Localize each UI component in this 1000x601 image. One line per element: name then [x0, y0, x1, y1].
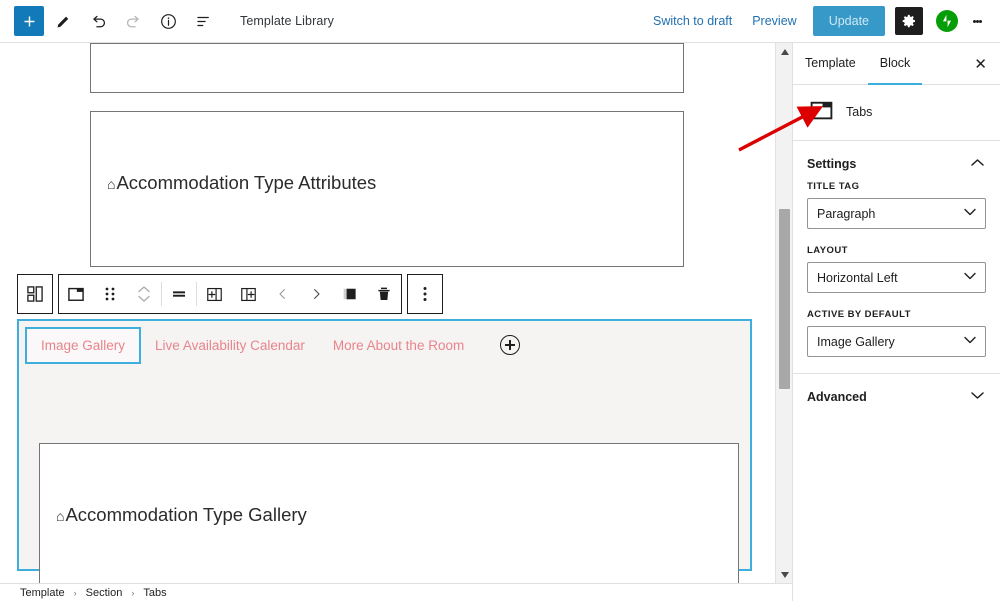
- sidebar-tab-bar: Template Block ✕: [793, 43, 1000, 85]
- content-block-partial[interactable]: [90, 43, 684, 93]
- tab-template[interactable]: Template: [793, 43, 868, 85]
- block-type-switcher-icon[interactable]: [18, 275, 52, 313]
- settings-sidebar: Template Block ✕ Tabs Settings Title Tag…: [792, 43, 1000, 601]
- block-toolbar: [17, 274, 443, 314]
- chevron-up-icon: [971, 158, 984, 170]
- tab-live-availability-calendar[interactable]: Live Availability Calendar: [141, 329, 319, 362]
- title-tag-value: Paragraph: [817, 206, 876, 221]
- more-options-icon[interactable]: [408, 275, 442, 313]
- title-tag-field: Title Tag Paragraph: [793, 181, 1000, 245]
- breadcrumb: Template › Section › Tabs: [0, 583, 792, 601]
- scroll-down-arrow[interactable]: [776, 566, 793, 583]
- add-tab-button[interactable]: [500, 335, 521, 355]
- layout-label: Layout: [807, 245, 848, 256]
- move-updown-icon[interactable]: [127, 275, 161, 313]
- chevron-down-icon: [964, 208, 976, 219]
- home-icon: ⌂: [107, 176, 116, 192]
- settings-panel-title: Settings: [807, 157, 857, 171]
- editor-top-bar: Template Library Switch to draft Preview…: [0, 0, 1000, 43]
- accommodation-type-attributes-label: ⌂ Accommodation Type Attributes: [107, 172, 377, 193]
- delete-icon[interactable]: [367, 275, 401, 313]
- breadcrumb-item-tabs[interactable]: Tabs: [143, 587, 166, 599]
- tab-more-about-the-room[interactable]: More About the Room: [319, 329, 478, 362]
- switch-to-draft-button[interactable]: Switch to draft: [645, 9, 740, 33]
- breadcrumb-item-section[interactable]: Section: [86, 587, 123, 599]
- selected-block-name: Tabs: [846, 104, 873, 119]
- list-view-button[interactable]: [187, 5, 219, 37]
- details-info-button[interactable]: [152, 5, 184, 37]
- drag-handle-icon[interactable]: [93, 275, 127, 313]
- tab-image-gallery[interactable]: Image Gallery: [25, 326, 142, 364]
- title-tag-select[interactable]: Paragraph: [807, 198, 986, 229]
- breadcrumb-separator: ›: [73, 587, 77, 598]
- selected-block-identity: Tabs: [793, 85, 1000, 141]
- jetpack-button[interactable]: [936, 10, 958, 32]
- top-bar-right-tools: Switch to draft Preview Update: [645, 6, 1000, 36]
- layout-field: Layout Horizontal Left: [793, 245, 1000, 309]
- tab-block[interactable]: Block: [867, 43, 923, 85]
- top-bar-left-tools: Template Library: [0, 5, 334, 37]
- active-by-default-value: Image Gallery: [817, 334, 895, 349]
- breadcrumb-item-template[interactable]: Template: [20, 587, 65, 599]
- move-tab-right-icon[interactable]: [299, 275, 333, 313]
- chevron-down-icon: [971, 391, 984, 403]
- advanced-panel-header[interactable]: Advanced: [793, 374, 1000, 420]
- template-title: Template Library: [240, 14, 335, 28]
- block-type-group: [17, 274, 53, 314]
- chevron-down-icon: [964, 336, 976, 347]
- accommodation-type-gallery-label: ⌂ Accommodation Type Gallery: [56, 504, 307, 525]
- layout-select[interactable]: Horizontal Left: [807, 262, 986, 293]
- editor-canvas[interactable]: ⌂ Accommodation Type Attributes Image Ga…: [0, 43, 775, 583]
- settings-sidebar-toggle[interactable]: [895, 7, 923, 35]
- breadcrumb-separator: ›: [131, 587, 135, 598]
- undo-button[interactable]: [82, 5, 114, 37]
- canvas-scrollbar[interactable]: [775, 43, 793, 583]
- tabs-block-icon[interactable]: [59, 275, 93, 313]
- scroll-up-arrow[interactable]: [776, 43, 793, 60]
- move-tab-left-icon[interactable]: [265, 275, 299, 313]
- block-more-group: [407, 274, 443, 314]
- add-block-button[interactable]: [14, 6, 44, 36]
- tabs-block-icon: [809, 97, 834, 127]
- active-by-default-field: Active by default Image Gallery: [793, 309, 1000, 373]
- layout-value: Horizontal Left: [817, 270, 898, 285]
- settings-panel-header[interactable]: Settings: [793, 141, 1000, 181]
- chevron-down-icon: [964, 272, 976, 283]
- home-icon: ⌂: [56, 508, 65, 524]
- edit-tool-button[interactable]: [47, 5, 79, 37]
- kebab-dot: [978, 19, 982, 23]
- active-by-default-select[interactable]: Image Gallery: [807, 326, 986, 357]
- more-options-button[interactable]: [964, 6, 990, 36]
- wordpress-block-editor: Template Library Switch to draft Preview…: [0, 0, 1000, 601]
- preview-button[interactable]: Preview: [744, 9, 804, 33]
- content-block-attributes[interactable]: ⌂ Accommodation Type Attributes: [90, 111, 684, 267]
- close-icon[interactable]: ✕: [974, 55, 1000, 73]
- insert-tab-after-icon[interactable]: [231, 275, 265, 313]
- scrollbar-thumb[interactable]: [779, 209, 790, 389]
- title-tag-label: Title Tag: [807, 181, 860, 192]
- insert-tab-before-icon[interactable]: [197, 275, 231, 313]
- block-actions-group: [58, 274, 402, 314]
- tab-panel-image-gallery[interactable]: ⌂ Accommodation Type Gallery: [39, 443, 739, 583]
- update-button[interactable]: Update: [812, 6, 885, 36]
- tabs-list: Image Gallery Live Availability Calendar…: [19, 321, 750, 369]
- active-by-default-label: Active by default: [807, 309, 911, 320]
- tabs-block[interactable]: Image Gallery Live Availability Calendar…: [17, 319, 752, 583]
- align-icon[interactable]: [162, 275, 196, 313]
- redo-button[interactable]: [117, 5, 149, 37]
- advanced-panel-title: Advanced: [807, 390, 867, 404]
- duplicate-icon[interactable]: [333, 275, 367, 313]
